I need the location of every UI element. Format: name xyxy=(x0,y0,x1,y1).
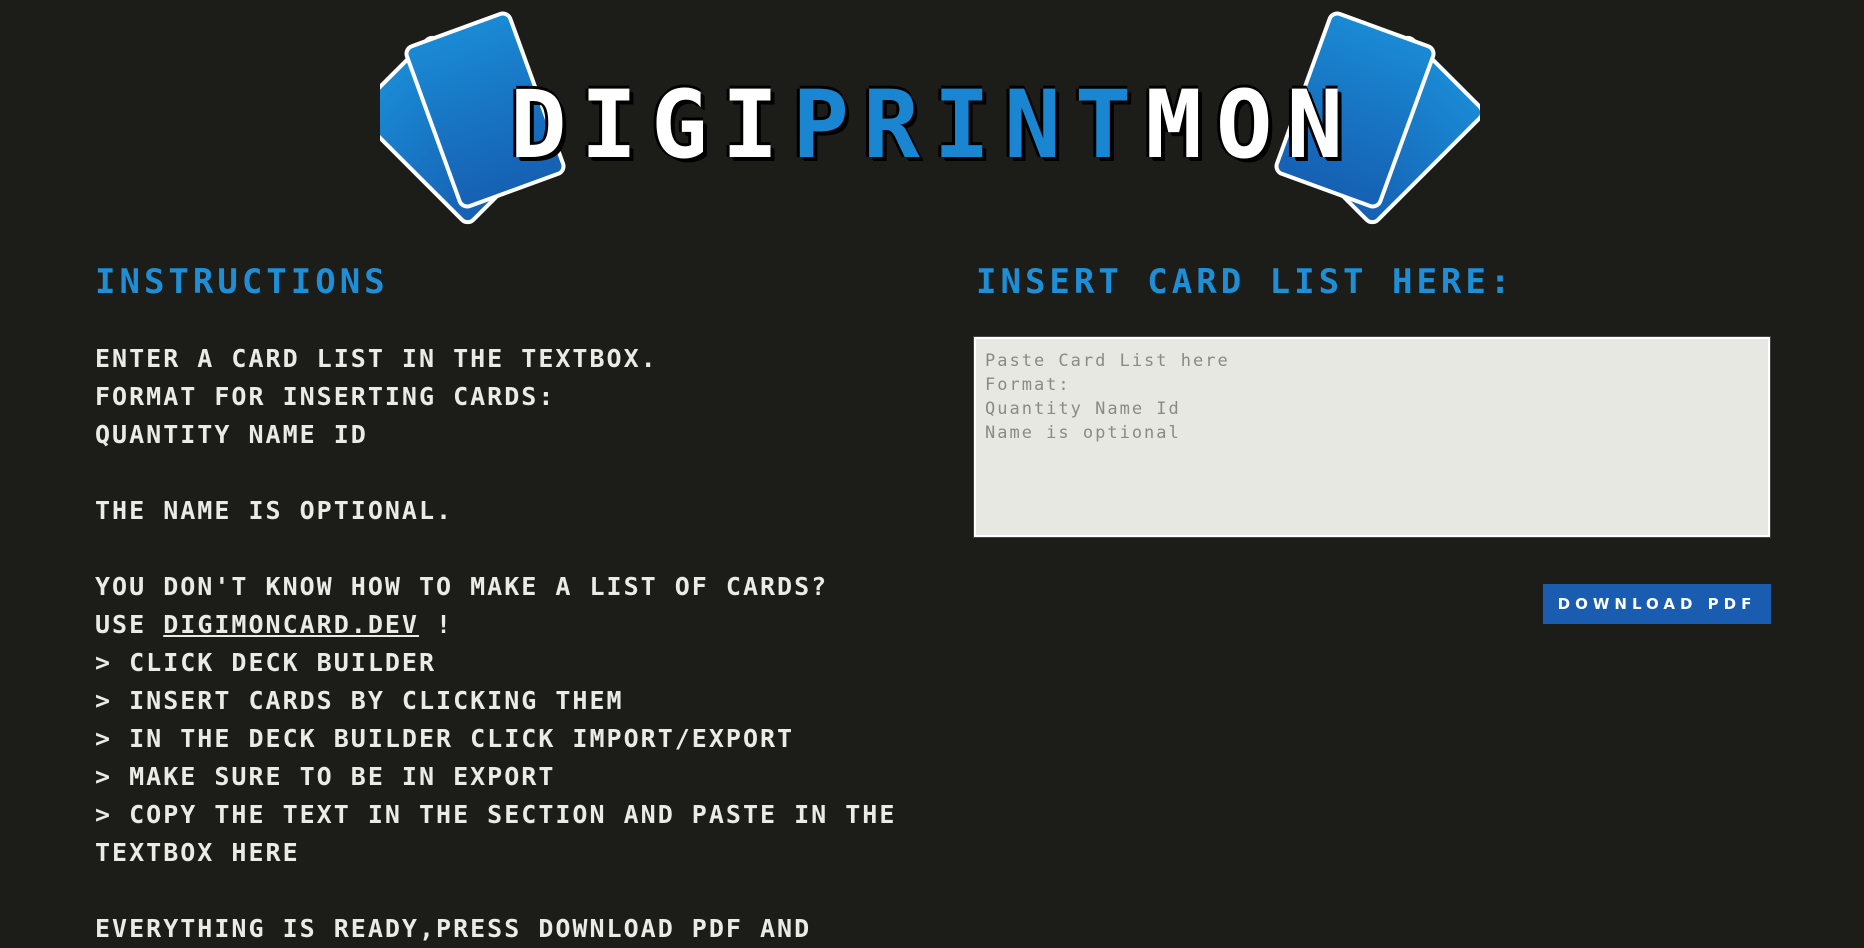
instruction-line: You don't know how to make a list of car… xyxy=(95,572,829,601)
instructions-body: Enter a card list in the textbox. Format… xyxy=(95,340,895,948)
instruction-line: Quantity Name Id xyxy=(95,420,368,449)
link-suffix: ! xyxy=(419,610,454,639)
card-list-textarea[interactable] xyxy=(973,336,1771,538)
logo-part-mon: MON xyxy=(1145,71,1358,180)
logo-wordmark: DIGIPRINTMON xyxy=(510,76,1350,176)
instruction-line: The Name is optional. xyxy=(95,496,454,525)
instruction-line: Enter a card list in the textbox. xyxy=(95,344,658,373)
instruction-line: Everything is ready,press Download PDF a… xyxy=(95,914,812,943)
instruction-line: > In the Deck Builder click Import/Expor… xyxy=(95,724,795,753)
instruction-line: > Make sure to be in Export xyxy=(95,762,556,791)
download-pdf-button[interactable]: Download PDF xyxy=(1543,584,1771,624)
instruction-line: Format for inserting cards: xyxy=(95,382,556,411)
instruction-line: > Copy the text in the section and paste… xyxy=(95,800,897,829)
instruction-line: textbox here xyxy=(95,838,300,867)
logo-part-print: PRINT xyxy=(792,71,1146,180)
instruction-line-link: Use digimoncard.dev ! xyxy=(95,606,895,644)
site-logo: DIGIPRINTMON xyxy=(380,0,1480,230)
instructions-heading: Instructions xyxy=(95,262,389,302)
instruction-line: > Click Deck Builder xyxy=(95,648,437,677)
digimoncard-link[interactable]: digimoncard.dev xyxy=(163,610,419,639)
link-prefix: Use xyxy=(95,610,164,639)
logo-part-digi: DIGI xyxy=(510,71,793,180)
instruction-line: > Insert cards by clicking them xyxy=(95,686,624,715)
card-list-heading: Insert Card List here: xyxy=(976,262,1515,302)
